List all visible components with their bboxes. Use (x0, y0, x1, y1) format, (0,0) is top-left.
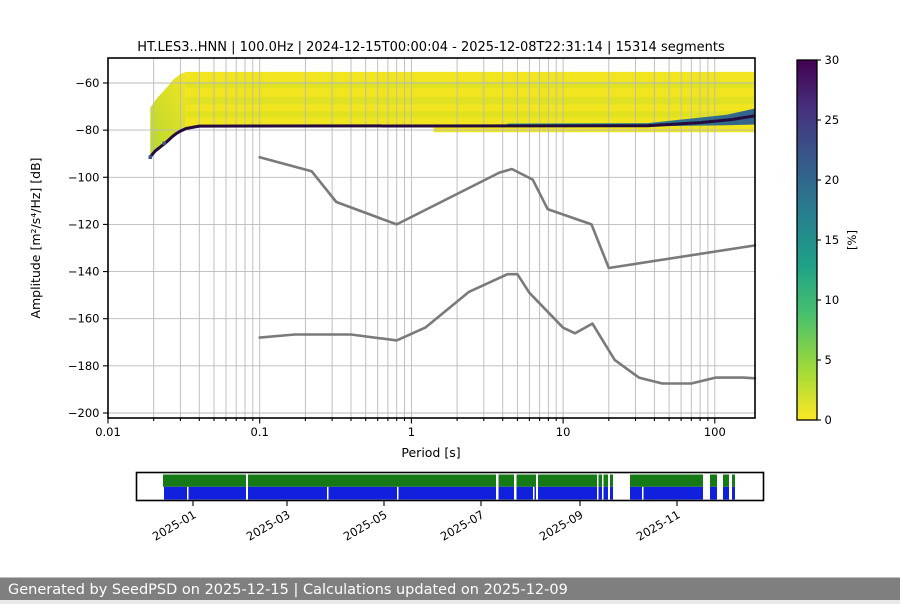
ppsd-band-stripe (186, 111, 755, 117)
timeline-blue-segment (710, 487, 717, 500)
timeline-blue-segment (538, 487, 597, 500)
timeline-blue-segment (723, 487, 729, 500)
timeline-green-segment (630, 475, 703, 487)
y-axis-label: Amplitude [m²/s⁴/Hz] [dB] (28, 157, 43, 318)
colorbar-tick-label: 10 (825, 293, 840, 307)
timeline-blue-segment (499, 487, 515, 500)
x-tick-label: 100 (704, 425, 726, 439)
timeline-blue-segment (189, 487, 247, 500)
timeline-blue-segment (399, 487, 497, 500)
y-tick-label: −160 (68, 312, 100, 326)
y-tick-label: −80 (75, 123, 99, 137)
timeline-green-segment (517, 475, 537, 487)
timeline-blue-segment (630, 487, 642, 500)
timeline-green-segment (248, 475, 496, 487)
timeline-green-segment (599, 475, 603, 487)
ppsd-band-stripe (186, 97, 755, 104)
timeline-green-segment (163, 475, 246, 487)
footer-text: Generated by SeedPSD on 2025-12-15 | Cal… (8, 582, 568, 598)
timeline-green-segment (723, 475, 729, 487)
timeline-blue-segment (535, 487, 537, 500)
seedpsd-figure: HT.LES3..HNN | 100.0Hz | 2024-12-15T00:0… (0, 0, 900, 600)
timeline-green-segment (499, 475, 515, 487)
colorbar-tick-label: 5 (825, 353, 832, 367)
timeline-blue-strip (164, 487, 735, 500)
y-tick-label: −100 (68, 170, 100, 184)
ppsd-plot-svg: HT.LES3..HNN | 100.0Hz | 2024-12-15T00:0… (0, 0, 900, 600)
timeline-blue-segment (604, 487, 609, 500)
colorbar-tick-label: 0 (825, 413, 832, 427)
timeline-green-segment (610, 475, 613, 487)
y-tick-label: −140 (68, 265, 100, 279)
y-tick-label: −120 (68, 217, 100, 231)
ppsd-outlier-bin (149, 155, 153, 159)
ppsd-outlier-bin (163, 142, 167, 146)
colorbar-tick-label: 25 (825, 113, 840, 127)
timeline-green-strip (163, 475, 735, 487)
x-tick-label: 0.1 (251, 425, 269, 439)
timeline-blue-segment (248, 487, 327, 500)
x-tick-label: 10 (556, 425, 571, 439)
timeline-blue-segment (599, 487, 603, 500)
x-tick-label: 0.01 (95, 425, 121, 439)
colorbar-tick-label: 30 (825, 53, 840, 67)
plot-title: HT.LES3..HNN | 100.0Hz | 2024-12-15T00:0… (137, 40, 725, 55)
timeline-blue-segment (732, 487, 735, 500)
y-tick-label: −200 (68, 406, 100, 420)
timeline-green-segment (710, 475, 717, 487)
x-axis-label: Period [s] (401, 445, 460, 460)
timeline-green-segment (732, 475, 735, 487)
y-tick-label: −60 (75, 76, 99, 90)
colorbar-tick-label: 20 (825, 173, 840, 187)
timeline-green-segment (604, 475, 609, 487)
timeline-green-segment (538, 475, 597, 487)
timeline-blue-segment (517, 487, 534, 500)
colorbar-label: [%] (845, 230, 859, 250)
timeline-blue-segment (164, 487, 187, 500)
timeline-blue-segment (610, 487, 613, 500)
colorbar-gradient (797, 60, 817, 420)
x-tick-label: 1 (408, 425, 415, 439)
colorbar-tick-label: 15 (825, 233, 840, 247)
timeline-blue-segment (644, 487, 704, 500)
y-tick-label: −180 (68, 359, 100, 373)
timeline-blue-segment (329, 487, 398, 500)
